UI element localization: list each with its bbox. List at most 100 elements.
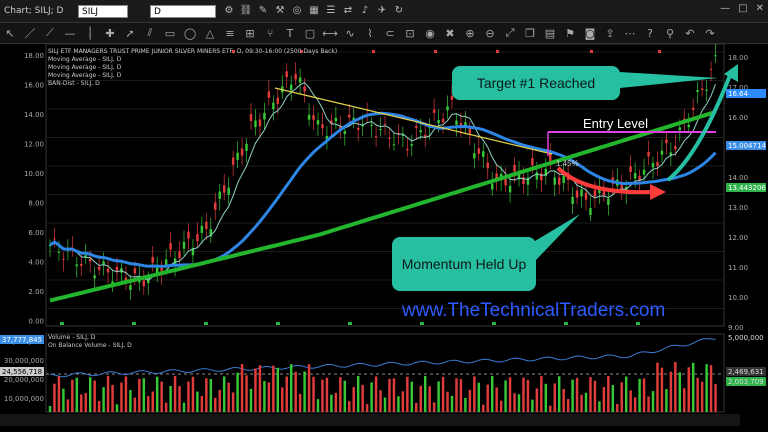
more-icon[interactable]: ⋯	[620, 27, 640, 40]
fibonacci-icon[interactable]: ≡	[220, 27, 240, 40]
channel-icon[interactable]: ⫽	[140, 26, 160, 40]
arrow-icon[interactable]: ➚	[120, 27, 140, 40]
volume-bar	[352, 387, 355, 412]
volume-bar	[450, 395, 454, 412]
candle-body	[240, 148, 244, 156]
template-icon[interactable]: ▤	[540, 27, 560, 40]
vertical-line-icon[interactable]: │	[80, 27, 100, 40]
candle-body	[531, 158, 534, 166]
pin-icon[interactable]: ⚲	[660, 27, 680, 40]
legend-line[interactable]: On Balance Volume - SILJ, D	[48, 342, 132, 350]
legend-line[interactable]: Moving Average - SILJ, D	[48, 64, 337, 72]
measure-icon[interactable]: ⟷	[320, 27, 340, 40]
settings-icon[interactable]: ⚙	[222, 4, 236, 18]
legend-line[interactable]: SILJ ETF MANAGERS TRUST PRIME JUNIOR SIL…	[48, 48, 337, 56]
volume-bar	[642, 378, 646, 412]
redo-icon[interactable]: ↷	[700, 27, 720, 40]
twitter-icon[interactable]: ✈	[375, 4, 389, 18]
maximize-icon[interactable]: □	[738, 3, 747, 14]
compare-icon[interactable]: ⇄	[341, 4, 355, 18]
wrench-icon[interactable]: ⚒	[273, 4, 287, 18]
camera-icon[interactable]: ◙	[580, 27, 600, 40]
volume-bar	[298, 393, 302, 412]
triangle-icon[interactable]: △	[200, 27, 220, 40]
left-price-tick: 8.00	[28, 200, 44, 208]
magnet-icon[interactable]: ⊂	[380, 27, 400, 40]
volume-bar	[53, 383, 56, 412]
volume-bar	[669, 371, 673, 412]
legend-line[interactable]: Moving Average - SILJ, D	[48, 72, 337, 80]
undo-icon[interactable]: ↶	[680, 27, 700, 40]
candle-body	[245, 143, 248, 151]
candle-body	[263, 112, 266, 120]
interval-select[interactable]: D	[150, 5, 216, 18]
symbol-input[interactable]: SILJ	[78, 5, 128, 18]
fit-icon[interactable]: ⤢	[500, 26, 520, 40]
volume-bar	[455, 378, 458, 412]
candle-body	[562, 175, 565, 184]
volume-bar	[200, 396, 204, 412]
candle-body	[508, 185, 512, 193]
right-price-tick: 16.00	[728, 114, 748, 122]
trendline-icon[interactable]: ／	[20, 25, 40, 41]
cursor-icon[interactable]: ↖	[0, 27, 20, 40]
target-label: Target #1 Reached	[476, 75, 596, 91]
volume-bar	[303, 371, 306, 412]
gann-icon[interactable]: ⊞	[240, 27, 260, 40]
target-icon[interactable]: ◎	[290, 4, 304, 18]
volume-bar	[696, 377, 699, 412]
close-icon[interactable]: ✕	[756, 3, 764, 14]
grid-icon[interactable]: ▦	[307, 4, 321, 18]
alert-icon[interactable]: ⚑	[560, 27, 580, 40]
delete-icon[interactable]: ✖	[440, 27, 460, 40]
ellipse-icon[interactable]: ◯	[180, 27, 200, 40]
price-tag-label: 13.443206	[728, 184, 766, 192]
price-tag-label: 15.004714	[728, 142, 766, 150]
volume-bar	[88, 377, 92, 412]
volume-bar	[571, 379, 574, 412]
candle-body	[80, 263, 83, 266]
candle-body	[115, 266, 119, 272]
candle-body	[660, 150, 664, 155]
text-icon[interactable]: T	[280, 27, 300, 40]
refresh-icon[interactable]: ↻	[392, 4, 406, 18]
cross-icon[interactable]: ✚	[100, 27, 120, 40]
candle-body	[656, 161, 659, 167]
event-marker	[420, 322, 424, 325]
horizontal-line-icon[interactable]: —	[60, 27, 80, 40]
volume-bar	[62, 388, 65, 412]
zoom-in-icon[interactable]: ⊕	[460, 27, 480, 40]
candle-body	[133, 268, 137, 274]
minimize-icon[interactable]: —	[720, 3, 730, 14]
time-scrollbar[interactable]	[0, 414, 740, 426]
rectangle-icon[interactable]: ▭	[160, 27, 180, 40]
candle-body	[580, 189, 583, 197]
candle-body	[88, 258, 92, 262]
zigzag-icon[interactable]: ⌇	[360, 27, 380, 40]
lock-icon[interactable]: ⊡	[400, 27, 420, 40]
volume-bar	[106, 376, 110, 412]
ray-icon[interactable]: ⟋	[40, 26, 60, 40]
volume-bar	[312, 376, 315, 412]
right-price-tick: 11.00	[728, 264, 748, 272]
legend-line[interactable]: BAN-Dist - SILJ, D	[48, 80, 337, 88]
candle-body	[468, 128, 472, 134]
pitchfork-icon[interactable]: ⑂	[260, 27, 280, 40]
legend-line[interactable]: Moving Average - SILJ, D	[48, 56, 337, 64]
legend-line[interactable]: Volume - SILJ, D	[48, 334, 132, 342]
link-icon[interactable]: ⛓	[239, 4, 253, 18]
eye-icon[interactable]: ◉	[420, 27, 440, 40]
zoom-out-icon[interactable]: ⊖	[480, 27, 500, 40]
cycle-icon[interactable]: ∿	[340, 27, 360, 40]
share-icon[interactable]: ⇪	[600, 27, 620, 40]
candle-body	[227, 187, 230, 195]
layers-icon[interactable]: ❒	[520, 27, 540, 40]
pencil-icon[interactable]: ✎	[256, 4, 270, 18]
chart-canvas[interactable]: 1.45% 18.0016.0014.0012.0010.008.006.004…	[0, 44, 768, 414]
help-icon[interactable]: ?	[640, 27, 660, 40]
event-marker	[492, 322, 496, 325]
list-icon[interactable]: ☰	[324, 4, 338, 18]
callout-icon[interactable]: ▢	[300, 27, 320, 40]
bell-icon[interactable]: ♪	[358, 4, 372, 18]
volume-bar	[656, 362, 659, 412]
